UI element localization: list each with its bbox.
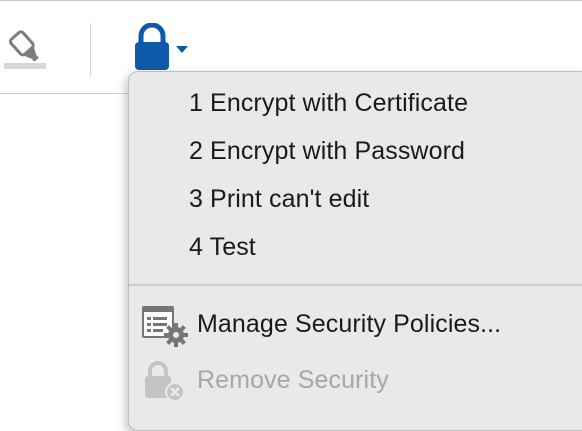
security-dropdown-button[interactable] <box>132 22 194 73</box>
toolbar-divider <box>90 23 91 77</box>
highlighter-pen-icon[interactable] <box>2 23 48 73</box>
menu-item-label: Manage Security Policies... <box>197 310 502 338</box>
menu-item-label: 3 Print can't edit <box>189 185 370 213</box>
menu-item-encrypt-password[interactable]: 2 Encrypt with Password <box>129 130 582 174</box>
menu-item-test[interactable]: 4 Test <box>129 226 582 270</box>
policy-settings-icon <box>141 305 191 347</box>
document-area <box>0 94 130 418</box>
menu-item-label: 2 Encrypt with Password <box>189 137 466 165</box>
security-menu: 1 Encrypt with Certificate 2 Encrypt wit… <box>128 71 582 431</box>
lock-icon <box>132 22 172 71</box>
menu-item-manage-policies[interactable]: Manage Security Policies... <box>129 303 582 347</box>
menu-item-encrypt-certificate[interactable]: 1 Encrypt with Certificate <box>129 82 582 126</box>
lock-remove-icon <box>141 361 191 403</box>
menu-divider <box>129 284 582 286</box>
chevron-down-icon <box>176 41 188 53</box>
menu-item-label: Remove Security <box>197 366 389 394</box>
menu-item-label: 4 Test <box>189 233 256 261</box>
menu-item-label: 1 Encrypt with Certificate <box>189 89 469 117</box>
menu-item-print-cant-edit[interactable]: 3 Print can't edit <box>129 178 582 222</box>
menu-item-remove-security: Remove Security <box>129 359 582 403</box>
